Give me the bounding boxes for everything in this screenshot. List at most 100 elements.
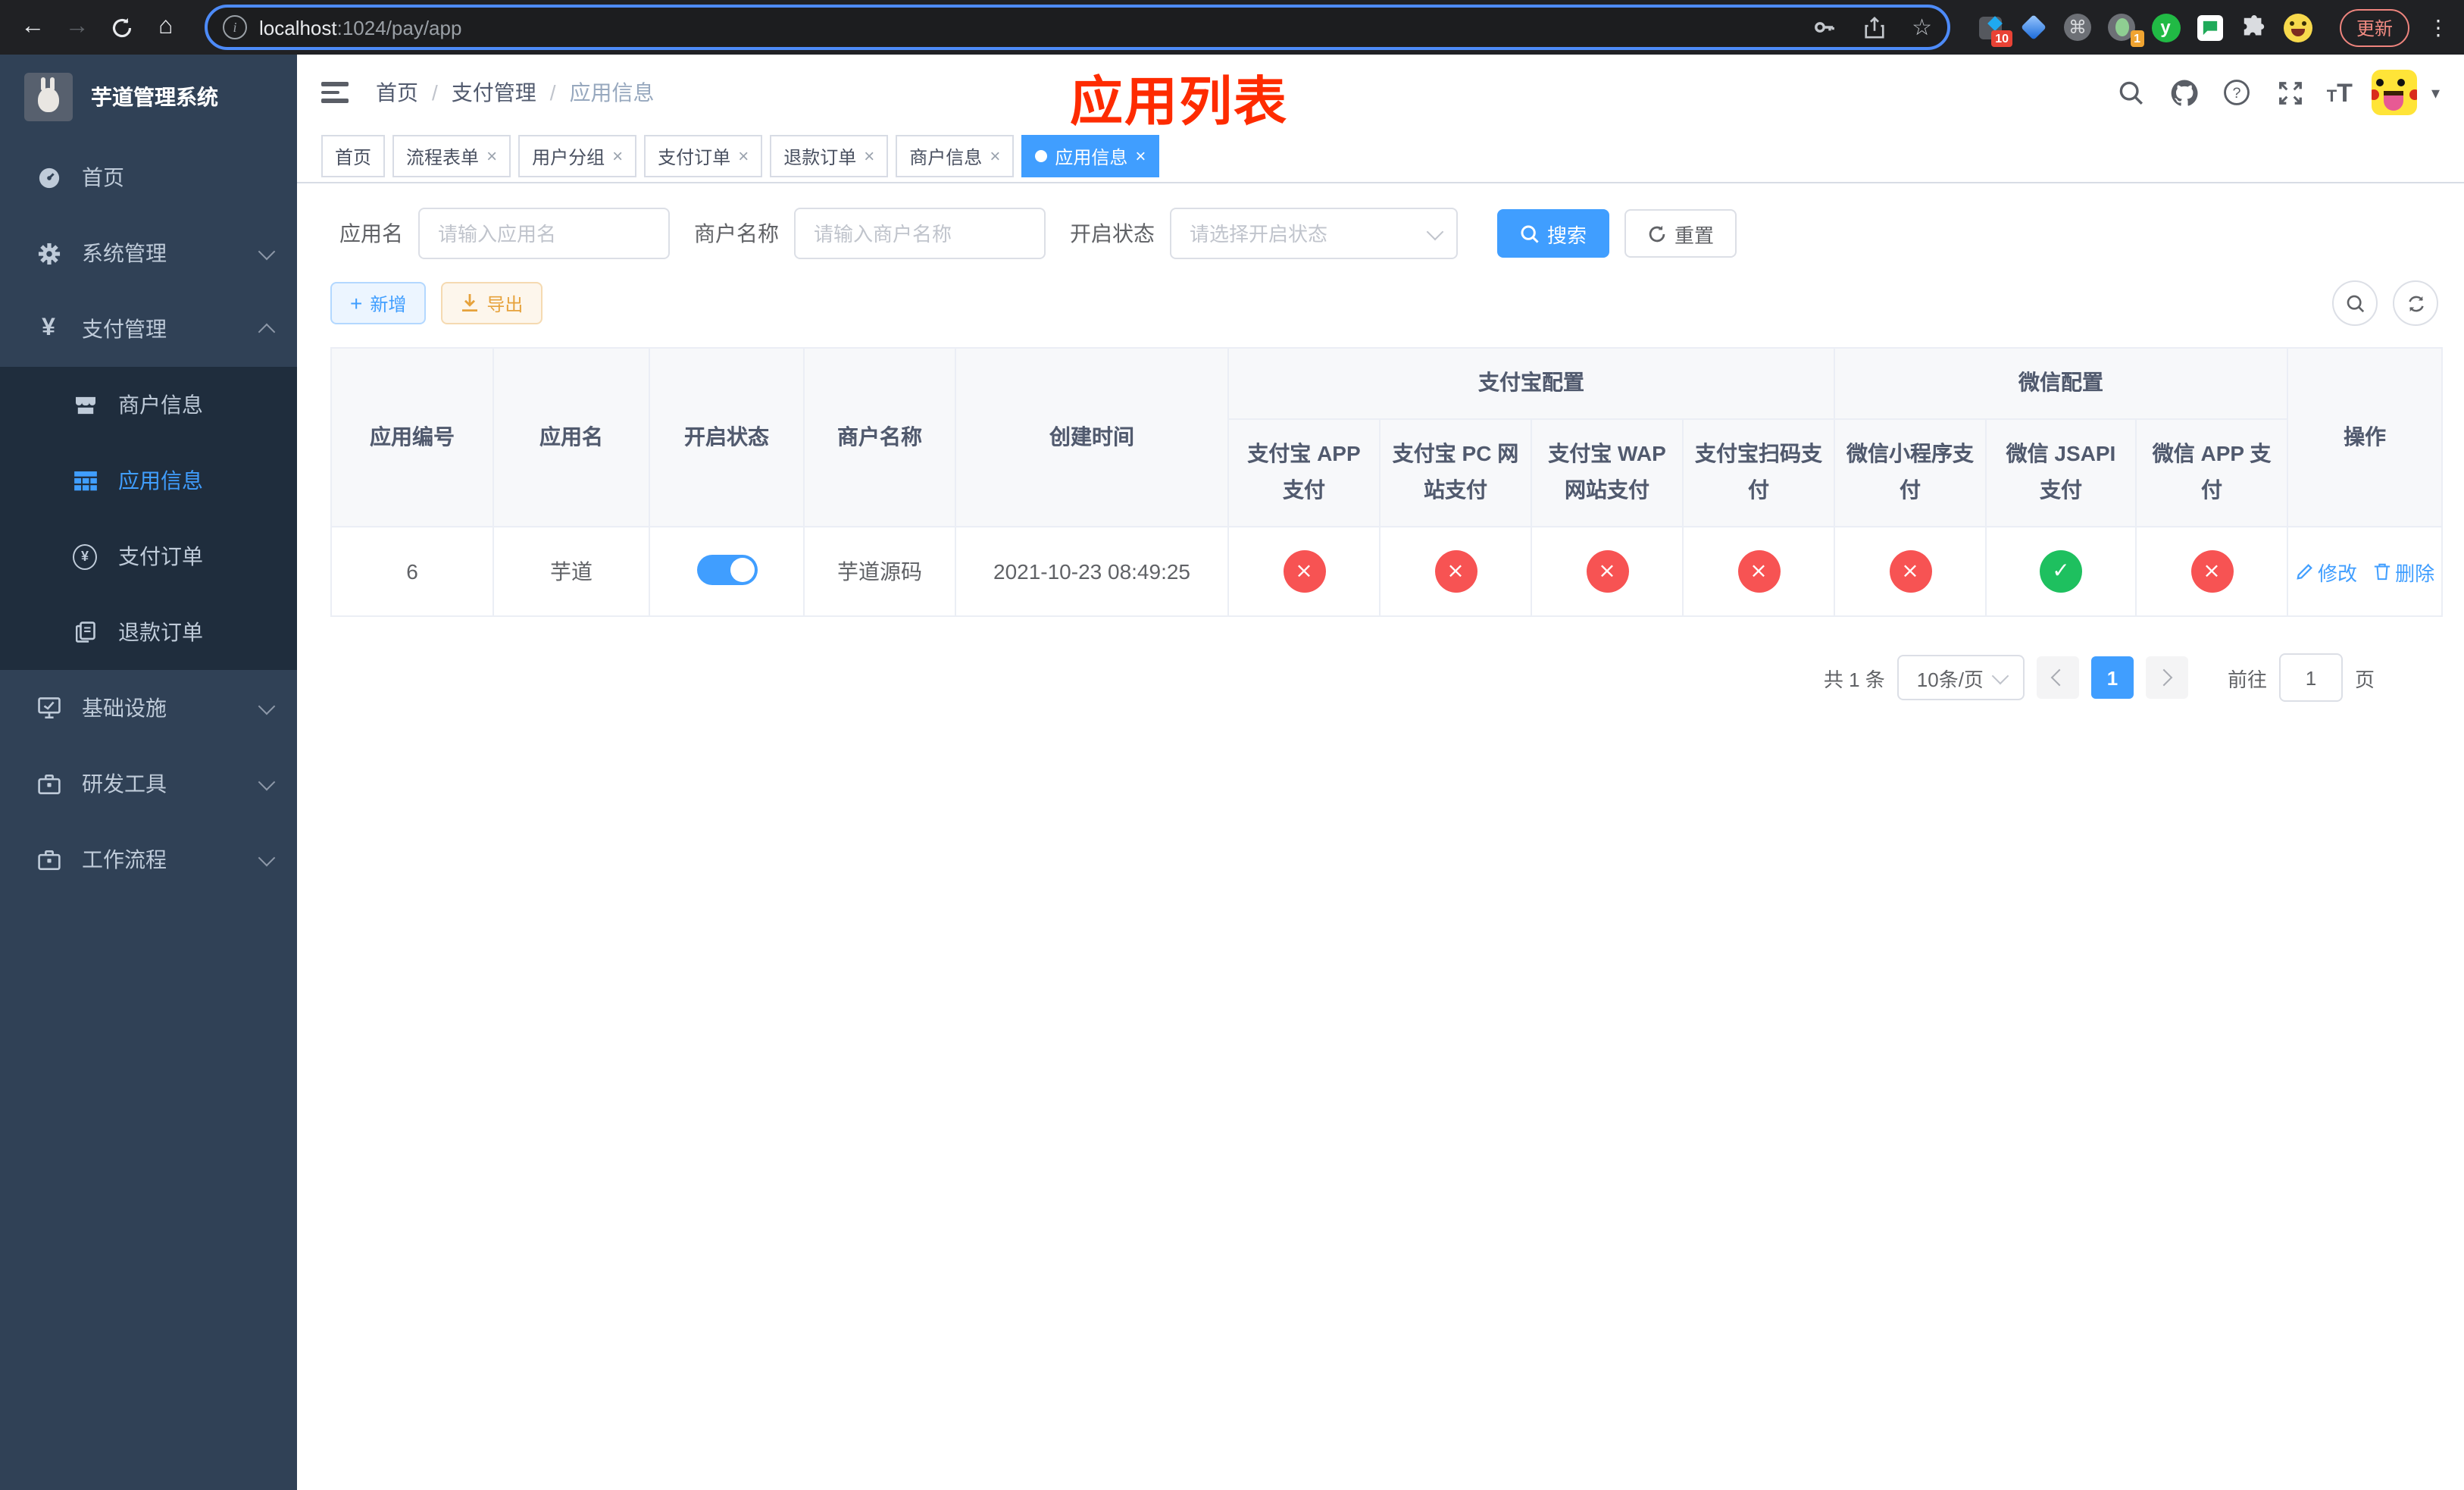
tab-home[interactable]: 首页 xyxy=(321,135,386,177)
add-button[interactable]: + 新增 xyxy=(330,282,427,324)
chevron-down-icon xyxy=(258,696,276,715)
browser-home-icon[interactable]: ⌂ xyxy=(149,9,184,45)
merchant-name-input[interactable] xyxy=(794,208,1046,259)
page-size-select[interactable]: 10条/页 xyxy=(1896,655,2025,700)
briefcase-icon xyxy=(36,850,61,869)
col-wx-mini: 微信小程序支付 xyxy=(1834,418,1987,527)
password-key-icon[interactable] xyxy=(1812,15,1836,39)
sidebar-item-pay-orders[interactable]: ¥ 支付订单 xyxy=(0,518,297,594)
enabled-toggle[interactable] xyxy=(696,554,757,584)
sidebar-item-dev-tools[interactable]: 研发工具 xyxy=(0,746,297,822)
tab-label: 退款订单 xyxy=(783,146,857,167)
sidebar-item-home[interactable]: 首页 xyxy=(0,139,297,215)
close-icon[interactable]: × xyxy=(738,146,749,167)
sidebar-item-system[interactable]: 系统管理 xyxy=(0,215,297,291)
breadcrumb-item-payment[interactable]: 支付管理 xyxy=(452,77,536,108)
cell-app-id: 6 xyxy=(330,526,494,617)
fullscreen-icon[interactable] xyxy=(2274,76,2307,109)
col-merchant: 商户名称 xyxy=(803,347,956,527)
profile-emoji-icon[interactable] xyxy=(2282,12,2312,42)
refresh-icon xyxy=(2408,295,2423,311)
cell-wx-mini: × xyxy=(1834,526,1987,617)
status-select-input[interactable] xyxy=(1170,208,1458,259)
sidebar-item-merchant-info[interactable]: 商户信息 xyxy=(0,367,297,443)
sidebar-item-infrastructure[interactable]: 基础设施 xyxy=(0,670,297,746)
close-icon[interactable]: × xyxy=(990,146,1000,167)
browser-menu-icon[interactable]: ⋮ xyxy=(2428,14,2449,40)
extensions-area: 10 ⌘ 1 y xyxy=(1975,12,2312,47)
close-icon[interactable]: × xyxy=(486,146,497,167)
extensions-puzzle-icon[interactable] xyxy=(2238,12,2269,42)
tab-pay-orders[interactable]: 支付订单 × xyxy=(644,135,763,177)
page-size-value: 10条/页 xyxy=(1916,668,1984,690)
cell-app-name: 芋道 xyxy=(492,526,650,617)
browser-back-icon[interactable]: ← xyxy=(15,9,51,45)
delete-link[interactable]: 删除 xyxy=(2372,557,2434,586)
tab-merchant-info[interactable]: 商户信息 × xyxy=(896,135,1015,177)
sidebar-item-refund-orders[interactable]: 退款订单 xyxy=(0,594,297,670)
prev-page-button[interactable] xyxy=(2036,656,2079,699)
font-size-icon[interactable]: TT xyxy=(2327,80,2353,105)
sidebar-item-label: 商户信息 xyxy=(118,393,203,417)
status-select[interactable] xyxy=(1170,208,1458,259)
col-alipay-wap: 支付宝 WAP 网站支付 xyxy=(1531,418,1684,527)
tab-app-info[interactable]: 应用信息 × xyxy=(1021,135,1160,177)
next-page-button[interactable] xyxy=(2145,656,2188,699)
extension-avatar-icon[interactable]: 1 xyxy=(2106,12,2144,47)
close-icon[interactable]: × xyxy=(612,146,623,167)
share-icon[interactable] xyxy=(1863,16,1884,39)
extension-kite-icon[interactable] xyxy=(2018,12,2049,42)
chevron-down-icon xyxy=(258,242,276,260)
refresh-button[interactable] xyxy=(2393,280,2438,326)
close-icon[interactable]: × xyxy=(864,146,874,167)
avatar-caret-icon[interactable]: ▾ xyxy=(2431,83,2440,102)
sidebar-item-workflow[interactable]: 工作流程 xyxy=(0,822,297,897)
browser-address-bar[interactable]: i localhost:1024/pay/app ☆ xyxy=(205,5,1950,50)
active-tab-dot xyxy=(1035,150,1048,162)
sidebar-submenu-payment: 商户信息 应用信息 ¥ 支付订单 退款订单 xyxy=(0,367,297,670)
goto-prefix: 前往 xyxy=(2227,668,2267,690)
goto-page-input[interactable] xyxy=(2278,653,2343,702)
shop-icon xyxy=(73,395,97,415)
sidebar-item-label: 支付订单 xyxy=(118,544,203,568)
url-text[interactable]: localhost:1024/pay/app xyxy=(259,16,1784,39)
page-annotation-title: 应用列表 xyxy=(1070,73,1289,132)
export-button-label: 导出 xyxy=(486,293,524,315)
extension-grid-icon[interactable]: 10 xyxy=(1975,12,2012,47)
extension-chat-icon[interactable] xyxy=(2194,12,2225,42)
browser-reload-icon[interactable] xyxy=(104,9,139,45)
tab-process-form[interactable]: 流程表单 × xyxy=(392,135,511,177)
url-path: :1024/pay/app xyxy=(336,16,462,39)
sidebar-collapse-icon[interactable] xyxy=(321,82,349,103)
edit-link[interactable]: 修改 xyxy=(2295,557,2357,586)
bookmark-star-icon[interactable]: ☆ xyxy=(1912,14,1932,41)
sidebar-logo-row[interactable]: 芋道管理系统 xyxy=(0,55,297,139)
site-info-icon[interactable]: i xyxy=(223,15,247,39)
github-icon[interactable] xyxy=(2168,76,2201,109)
extension-command-icon[interactable]: ⌘ xyxy=(2062,12,2093,42)
app-name-input[interactable] xyxy=(418,208,670,259)
current-page-button[interactable]: 1 xyxy=(2090,656,2134,699)
toggle-search-button[interactable] xyxy=(2332,280,2378,326)
tab-user-group[interactable]: 用户分组 × xyxy=(518,135,637,177)
col-app-name: 应用名 xyxy=(492,347,650,527)
tab-refund-orders[interactable]: 退款订单 × xyxy=(770,135,889,177)
extension-y-icon[interactable]: y xyxy=(2150,12,2181,42)
search-button[interactable]: 搜索 xyxy=(1497,209,1610,258)
breadcrumb-item-home[interactable]: 首页 xyxy=(376,77,418,108)
user-avatar[interactable] xyxy=(2372,70,2418,115)
app-logo xyxy=(24,73,73,121)
cell-merchant: 芋道源码 xyxy=(803,526,956,617)
status-check-icon: ✓ xyxy=(2040,550,2082,593)
browser-forward-icon[interactable]: → xyxy=(60,9,95,45)
help-icon[interactable]: ? xyxy=(2221,76,2254,109)
sidebar-item-app-info[interactable]: 应用信息 xyxy=(0,443,297,518)
search-icon[interactable] xyxy=(2115,76,2148,109)
close-icon[interactable]: × xyxy=(1135,146,1146,167)
col-alipay-pc: 支付宝 PC 网站支付 xyxy=(1379,418,1532,527)
status-cross-icon: × xyxy=(1889,550,1931,593)
export-button[interactable]: 导出 xyxy=(441,282,543,324)
sidebar-item-payment[interactable]: ¥ 支付管理 xyxy=(0,291,297,367)
reset-button[interactable]: 重置 xyxy=(1624,209,1737,258)
chrome-update-button[interactable]: 更新 xyxy=(2340,8,2410,46)
